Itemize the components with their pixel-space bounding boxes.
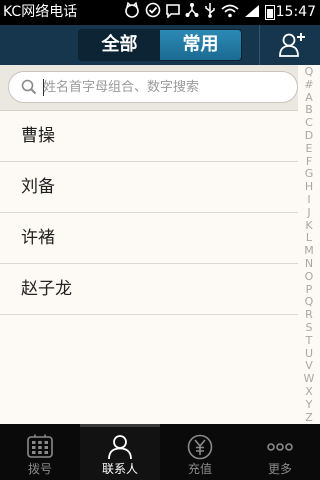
status-app-name: KC网络电话	[3, 4, 78, 20]
text-cursor	[43, 79, 44, 96]
index-letter[interactable]: T	[306, 334, 313, 348]
search-input[interactable]	[43, 76, 283, 98]
usb-icon	[204, 2, 216, 22]
index-letter[interactable]: O	[305, 270, 314, 284]
index-letter[interactable]: W	[304, 372, 315, 386]
tab-frequent[interactable]: 常用	[160, 30, 241, 60]
nav-dial-label: 拨号	[27, 462, 52, 476]
tab-all[interactable]: 全部	[79, 30, 160, 60]
alphabet-index[interactable]: Q # A B C D E F G H I J K L M N O P Q R …	[298, 65, 320, 425]
nav-recharge-label: 充值	[187, 462, 212, 476]
index-letter[interactable]: X	[305, 385, 313, 399]
header: 全部 常用	[0, 25, 320, 65]
index-letter[interactable]: D	[305, 129, 313, 143]
add-contact-button[interactable]	[259, 25, 320, 65]
index-letter[interactable]: E	[306, 142, 313, 156]
status-bar: KC网络电话 15:47	[0, 0, 320, 25]
contact-item[interactable]: 赵子龙	[0, 264, 298, 315]
share-icon	[185, 2, 199, 22]
check-icon	[145, 2, 161, 22]
contact-filter-tabs: 全部 常用	[78, 29, 242, 61]
nav-dial[interactable]: 拨号	[0, 424, 80, 480]
signal-icon	[244, 3, 260, 22]
index-letter[interactable]: Y	[306, 398, 313, 412]
nav-more-label: 更多	[267, 462, 292, 476]
contact-item[interactable]: 刘备	[0, 162, 298, 213]
index-letter[interactable]: #	[304, 78, 313, 92]
index-letter[interactable]: N	[305, 257, 313, 271]
index-letter[interactable]: Z	[305, 411, 313, 425]
status-icons	[124, 1, 280, 22]
contact-item[interactable]: 曹操	[0, 111, 298, 162]
status-time: 15:47	[275, 4, 316, 20]
chat-icon	[166, 3, 180, 22]
nav-more[interactable]: 更多	[240, 424, 320, 480]
nav-recharge[interactable]: 充值	[160, 424, 240, 480]
wifi-icon	[221, 3, 239, 22]
search-box[interactable]	[8, 71, 298, 103]
bottom-nav: 拨号 联系人 充值 更多	[0, 424, 320, 480]
cat-icon	[124, 1, 140, 22]
index-letter-search[interactable]: Q	[305, 65, 314, 79]
nav-contacts[interactable]: 联系人	[80, 424, 160, 480]
contact-list: 曹操 刘备 许褚 赵子龙	[0, 111, 298, 315]
index-letter[interactable]: S	[306, 321, 313, 335]
nav-contacts-label: 联系人	[101, 462, 138, 476]
index-letter[interactable]: I	[307, 193, 310, 207]
search-bar	[0, 65, 298, 111]
index-letter[interactable]: J	[307, 206, 310, 220]
contact-item[interactable]: 许褚	[0, 213, 298, 264]
battery-icon	[265, 4, 275, 20]
